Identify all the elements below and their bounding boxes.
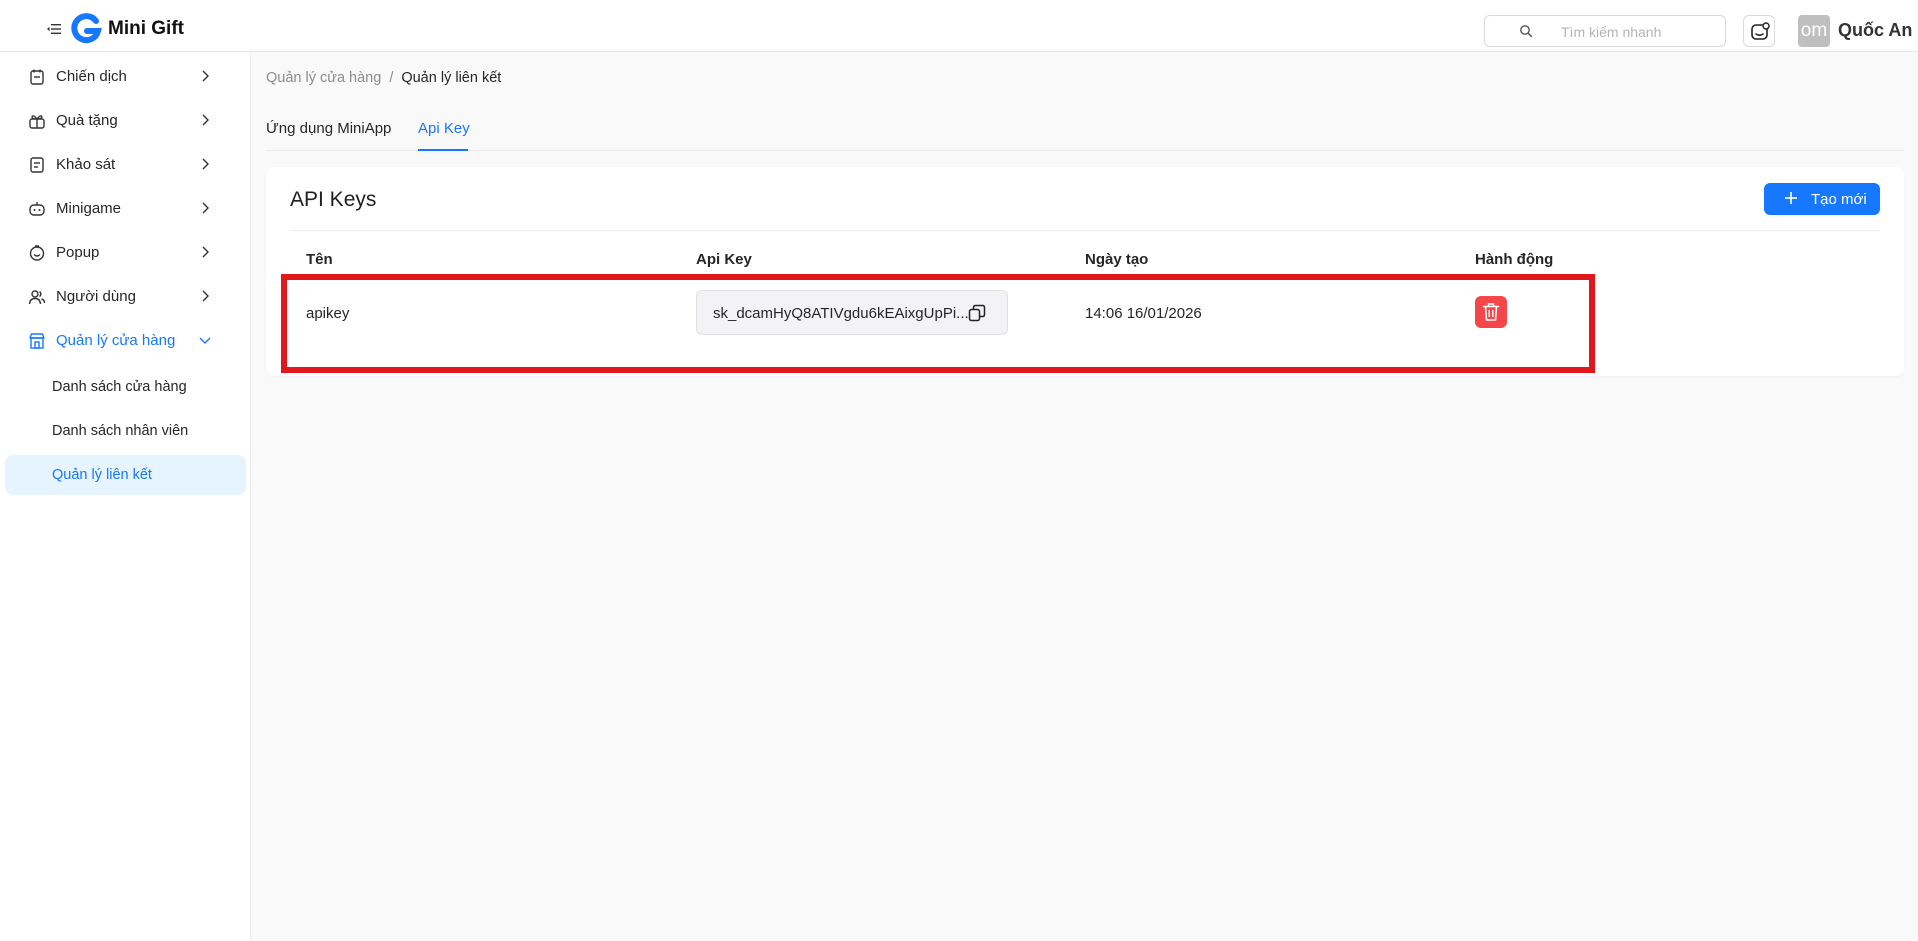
chevron-right-icon: [202, 158, 209, 170]
chevron-right-icon: [202, 246, 209, 258]
breadcrumb-parent-link[interactable]: Quản lý cửa hàng: [266, 70, 381, 86]
avatar[interactable]: om: [1798, 15, 1830, 47]
menu-toggle-icon[interactable]: [46, 22, 62, 36]
sidebar-item-campaigns[interactable]: Chiến dịch: [0, 56, 251, 96]
column-header-name: Tên: [306, 251, 333, 268]
survey-icon: [30, 157, 44, 173]
chevron-right-icon: [202, 114, 209, 126]
sidebar-subitem-link-management[interactable]: Quản lý liên kết: [5, 455, 246, 495]
sidebar-subitem-label: Danh sách cửa hàng: [52, 379, 187, 395]
sidebar-subitem-label: Quản lý liên kết: [52, 467, 152, 483]
breadcrumb: Quản lý cửa hàng / Quản lý liên kết: [266, 70, 501, 86]
notification-button[interactable]: [1743, 15, 1775, 47]
sidebar-item-popup[interactable]: Popup: [0, 232, 251, 272]
sidebar-item-label: Popup: [56, 244, 100, 261]
delete-button[interactable]: [1475, 296, 1507, 328]
search-box[interactable]: [1484, 15, 1726, 47]
search-icon: [1520, 25, 1533, 38]
sidebar-item-gifts[interactable]: Quà tặng: [0, 100, 251, 140]
card-title: API Keys: [290, 188, 377, 211]
app-name: Mini Gift: [108, 18, 184, 39]
api-keys-card: API Keys Tạo mới Tên Api Key Ngày tạo Hà…: [266, 167, 1904, 376]
top-header: Mini Gift om Quốc An: [0, 0, 1918, 52]
campaign-icon: [30, 69, 44, 85]
gift-icon: [29, 115, 45, 129]
chevron-right-icon: [202, 290, 209, 302]
sidebar-item-label: Quà tặng: [56, 112, 118, 129]
sidebar-item-label: Người dùng: [56, 288, 136, 305]
store-icon: [29, 333, 45, 349]
tab-active-indicator: [418, 149, 468, 151]
create-new-label: Tạo mới: [1811, 191, 1867, 208]
card-divider: [290, 230, 1880, 231]
tab-miniapp[interactable]: Ứng dụng MiniApp: [266, 120, 391, 137]
column-header-actions: Hành động: [1475, 251, 1554, 268]
api-key-value: sk_dcamHyQ8ATIVgdu6kEAixgUpPi...: [713, 305, 968, 322]
logo-icon: [70, 13, 102, 45]
sidebar: Chiến dịch Quà tặng Khảo sát Minigame Po…: [0, 52, 251, 941]
sidebar-item-store-management[interactable]: Quản lý cửa hàng: [0, 320, 251, 360]
sidebar-subitem-label: Danh sách nhân viên: [52, 423, 189, 439]
chevron-down-icon: [199, 337, 211, 344]
tab-bar: Ứng dụng MiniApp Api Key: [266, 113, 1904, 151]
chevron-right-icon: [202, 202, 209, 214]
user-name[interactable]: Quốc An: [1838, 20, 1912, 41]
message-icon: [1751, 22, 1770, 40]
cell-name: apikey: [306, 305, 350, 322]
game-icon: [29, 202, 45, 216]
popup-icon: [29, 245, 45, 261]
trash-icon: [1482, 303, 1500, 321]
cell-created: 14:06 16/01/2026: [1085, 305, 1202, 322]
search-input[interactable]: [1561, 22, 1711, 42]
column-header-created: Ngày tạo: [1085, 251, 1149, 268]
sidebar-item-label: Quản lý cửa hàng: [56, 332, 176, 349]
column-header-api-key: Api Key: [696, 251, 752, 268]
sidebar-item-surveys[interactable]: Khảo sát: [0, 144, 251, 184]
sidebar-item-label: Chiến dịch: [56, 68, 127, 85]
sidebar-item-minigame[interactable]: Minigame: [0, 188, 251, 228]
sidebar-subitem-staff-list[interactable]: Danh sách nhân viên: [5, 411, 246, 451]
breadcrumb-current: Quản lý liên kết: [401, 70, 502, 86]
tab-api-key[interactable]: Api Key: [418, 120, 470, 137]
users-icon: [28, 290, 46, 305]
chevron-right-icon: [202, 70, 209, 82]
sidebar-item-label: Minigame: [56, 200, 122, 217]
sidebar-item-users[interactable]: Người dùng: [0, 276, 251, 316]
sidebar-item-label: Khảo sát: [56, 156, 116, 173]
create-new-button[interactable]: Tạo mới: [1764, 183, 1880, 215]
sidebar-subitem-store-list[interactable]: Danh sách cửa hàng: [5, 367, 246, 407]
breadcrumb-separator: /: [389, 70, 394, 86]
copy-icon[interactable]: [967, 303, 987, 323]
api-key-field: sk_dcamHyQ8ATIVgdu6kEAixgUpPi...: [696, 290, 1008, 335]
plus-icon: [1785, 192, 1797, 204]
